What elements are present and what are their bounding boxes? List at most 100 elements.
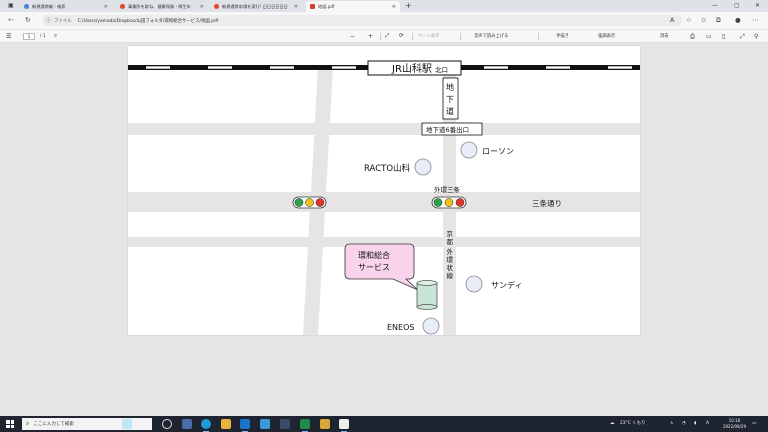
contents-icon[interactable]: ☰ [6,30,11,43]
tab-application[interactable]: 新規通常申請を実行! 日日日日日日 ✕ [210,1,302,12]
minimize-icon[interactable]: — [712,0,718,12]
search-highlight-icon[interactable] [122,419,132,429]
folder-icon[interactable] [320,419,330,429]
tab-map-pdf[interactable]: 地図.pdf ✕ [306,1,400,12]
info-icon[interactable]: ⓘ [46,17,51,24]
underground-char: 道 [446,106,454,116]
more-icon[interactable]: ⋯ [752,15,759,26]
fit-page-icon[interactable]: ⤢ [385,30,389,43]
station-name: JR山科駅 [391,62,432,75]
road-upper [128,123,640,135]
windows-start-icon[interactable] [6,420,14,428]
outlook-icon[interactable] [240,419,250,432]
tab-insurance[interactable]: 事業所を取ね、健康保険・厚生年 ✕ [116,1,208,12]
kyoto-ring-char: 京 [447,229,454,238]
volume-icon[interactable]: ◖ [694,416,696,432]
maximize-icon[interactable]: ▢ [734,0,740,12]
kyoto-ring-char: 状 [447,263,454,272]
traffic-light-left [292,196,327,209]
weather-text[interactable]: 23°C くもり [620,416,645,432]
save-as-icon[interactable]: ▯ [722,30,725,43]
find-icon[interactable]: ⌕ [54,30,57,43]
page-number-input[interactable]: 1 [23,33,35,40]
tray-overflow-icon[interactable]: ∧ [670,416,673,432]
task-view-icon[interactable] [162,419,172,429]
save-icon[interactable]: ▭ [706,30,712,43]
excel-icon[interactable] [300,419,310,432]
zoom-in-icon[interactable]: + [368,30,373,43]
tab-label: 新規通常申請を実行! 日日日日日日 [222,3,288,9]
highlight-button[interactable]: 強調表示 [598,30,615,43]
favorite-icon[interactable]: ☆ [686,15,692,26]
kyoto-ring-char: 外 [447,247,454,256]
kyoto-ring-char: 線 [447,271,454,280]
url-field[interactable]: ⓘ ファイル C:/Users/yamada/Dropbox/山田フォルダ/環和… [42,15,682,26]
rotate-icon[interactable]: ⟳ [399,30,404,43]
back-icon[interactable]: ← [8,16,14,25]
zoom-out-icon[interactable]: − [350,30,355,43]
close-icon[interactable]: ✕ [104,4,108,10]
racto-label: RACTO山科 [364,163,411,174]
title-bar: 新規通常編 - 検索 ✕ 事業所を取ね、健康保険・厚生年 ✕ 新規通常申請を実行… [0,0,768,12]
page-view-button[interactable]: ページ表示 [418,30,439,43]
notification-icon[interactable]: ▭ [752,416,756,432]
eneos-marker [422,317,440,335]
new-tab-icon[interactable]: + [405,1,412,11]
erase-button[interactable]: 消去 [660,30,669,43]
fullscreen-icon[interactable]: ⤢ [740,30,745,43]
pdf-viewer[interactable]: JR山科駅 北口 地 下 道 地下道6番出口 RACTO山科 ローソン 外環三条 [0,43,768,416]
collections-icon[interactable]: ⧉ [716,15,721,26]
url-text: C:/Users/yamada/Dropbox/山田フォルダ/環和総合サービス/… [77,18,219,24]
close-window-icon[interactable]: ✕ [755,0,760,12]
close-icon[interactable]: ✕ [392,4,396,10]
divider [412,33,413,40]
store-icon[interactable] [280,419,290,429]
divider [460,33,461,40]
read-mode-icon[interactable]: A [670,15,674,26]
close-icon[interactable]: ✕ [294,4,298,10]
divider [538,33,539,40]
kyoto-ring-char: 都 [447,238,454,246]
pdf-toolbar: ☰ 1 / 1 ⌕ − + ⤢ ⟳ ページ表示 音声で読み上げる 手描き 強調表… [0,29,768,43]
lawson-label: ローソン [482,147,514,156]
underground-char: 下 [446,95,454,104]
tab-label: 新規通常編 - 検索 [32,3,66,9]
pin-toolbar-icon[interactable]: ⚲ [754,30,758,43]
exit6-label: 地下道6番出口 [426,125,469,134]
file-label: ファイル [54,18,72,24]
page-total: / 1 [40,34,46,39]
site-favicon-icon [120,4,125,9]
weather-icon[interactable]: ☁ [610,416,614,432]
dropbox-icon[interactable] [260,419,270,429]
sandy-label: サンディ [491,280,522,290]
read-aloud-button[interactable]: 音声で読み上げる [474,30,508,43]
road-sanjo [128,192,640,212]
explorer-icon[interactable] [221,419,231,429]
ime-icon[interactable]: A [706,416,709,432]
taskbar: ⌕ ここに入力して検索 ☁ 23°C くもり ∧ ◔ ◖ A 10:18 202… [0,416,768,432]
sandy-marker [465,275,483,293]
favorites-icon[interactable]: ✩ [701,15,706,26]
search-favicon-icon [24,4,29,9]
acrobat-icon[interactable] [339,419,349,432]
map-drawing: JR山科駅 北口 地 下 道 地下道6番出口 RACTO山科 ローソン 外環三条 [128,60,640,335]
tab-search[interactable]: 新規通常編 - 検索 ✕ [20,1,112,12]
refresh-icon[interactable]: ↻ [25,16,31,25]
callout-line2: サービス [358,263,390,272]
search-icon: ⌕ [26,420,30,427]
pdf-page: JR山科駅 北口 地 下 道 地下道6番出口 RACTO山科 ローソン 外環三条 [128,46,640,335]
close-icon[interactable]: ✕ [200,4,204,10]
taskbar-search-input[interactable]: ⌕ ここに入力して検索 [22,418,152,430]
clock[interactable]: 10:18 2022/09/29 [723,418,746,430]
profile-icon[interactable]: ● [735,15,741,26]
clock-date: 2022/09/29 [722,424,746,429]
network-icon[interactable]: ◔ [682,416,686,432]
widgets-icon[interactable] [182,419,192,429]
kyoto-ring-label: 京 都 外 環 状 線 [447,229,454,280]
tab-actions-icon[interactable]: ▣ [8,0,14,12]
edge-icon[interactable] [201,419,211,432]
print-icon[interactable]: ⎙ [690,30,695,43]
eneos-label: ENEOS [387,323,414,332]
traffic-light-intersection [431,196,467,209]
draw-button[interactable]: 手描き [556,30,569,43]
